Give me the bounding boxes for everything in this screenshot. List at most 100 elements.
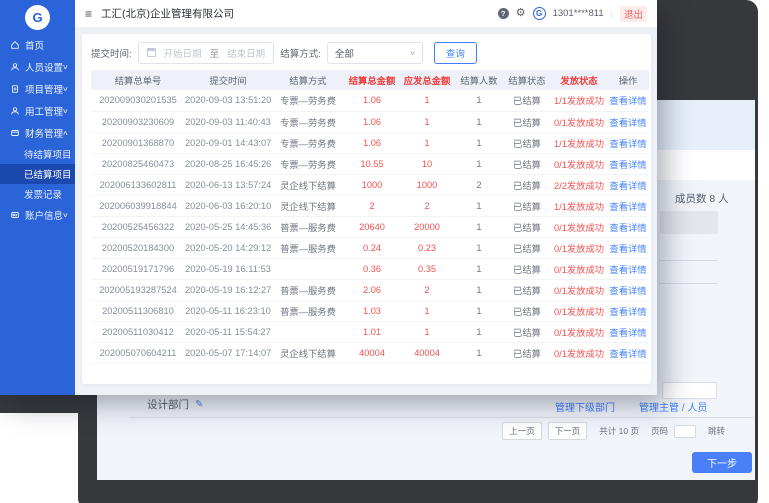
cell-settle-id: 202006039918844	[91, 195, 185, 217]
view-detail-link[interactable]: 查看详情	[607, 216, 649, 238]
view-detail-link[interactable]: 查看详情	[607, 300, 649, 322]
cell-submit-time: 2020-05-11 15:54:27	[185, 321, 271, 343]
sidebar-logo: G	[25, 5, 50, 30]
edit-icon[interactable]: ✎	[195, 399, 203, 410]
col-header-dispatch-status: 发放状态	[551, 70, 607, 90]
view-detail-link[interactable]: 查看详情	[607, 90, 649, 112]
col-header-pay-amount: 应发总金额	[399, 70, 455, 90]
date-range-input[interactable]: 开始日期 至 结束日期	[137, 41, 275, 64]
sidebar-item-8[interactable]: 发票记录	[0, 184, 75, 204]
view-detail-link[interactable]: 查看详情	[607, 321, 649, 343]
cell-people-count: 1	[455, 279, 503, 301]
view-detail-link[interactable]: 查看详情	[607, 132, 649, 154]
cell-people-count: 1	[455, 195, 503, 217]
cell-settle-method: 普票—服务费	[271, 300, 345, 322]
sidebar-item-4[interactable]: 用工管理 ∨	[0, 100, 75, 122]
view-detail-link[interactable]: 查看详情	[607, 174, 649, 196]
search-button[interactable]: 查询	[433, 41, 477, 64]
sidebar-item-2[interactable]: 人员设置 ∨	[0, 56, 75, 78]
cell-people-count: 1	[455, 216, 503, 238]
cell-dispatch-status: 0/1发放成功	[551, 258, 607, 280]
cell-settle-id: 202005193287524	[91, 279, 185, 301]
settled-projects-panel: 提交时间: 开始日期 至 结束日期 结算方式: 全部 ∨ 查询 结算总单号 提交…	[82, 34, 651, 384]
table-row: 20200903230609 2020-09-03 11:40:43 专票—劳务费 1…	[91, 111, 649, 133]
cell-settle-method: 灵企线下结算	[271, 174, 345, 196]
cell-dispatch-status: 0/1发放成功	[551, 216, 607, 238]
brand-logo-icon: G	[532, 7, 546, 20]
divider: |	[610, 8, 613, 19]
sidebar-item-label: 用工管理	[25, 107, 64, 118]
chevron-down-icon: ∨	[62, 212, 69, 219]
cell-pay-amount: 1	[399, 111, 455, 133]
prev-page-button[interactable]: 上一页	[502, 422, 542, 440]
cell-dispatch-status: 0/1发放成功	[551, 111, 607, 133]
cell-pay-amount: 0.35	[399, 258, 455, 280]
cell-settle-id: 202009030201535	[91, 90, 185, 112]
logout-button[interactable]: 退出	[619, 5, 647, 22]
view-detail-link[interactable]: 查看详情	[607, 342, 649, 364]
cell-pay-amount: 1	[399, 90, 455, 112]
cell-pay-amount: 1	[399, 321, 455, 343]
settings-gear-icon[interactable]: ⚙	[516, 8, 526, 19]
sidebar-item-7[interactable]: 已结算项目	[0, 164, 75, 184]
cell-settle-id: 20200525456322	[91, 216, 185, 238]
view-detail-link[interactable]: 查看详情	[607, 279, 649, 301]
cell-people-count: 1	[455, 132, 503, 154]
view-detail-link[interactable]: 查看详情	[607, 111, 649, 133]
manage-sub-dept-link[interactable]: 管理下级部门	[555, 399, 615, 414]
sidebar-item-5[interactable]: 财务管理 ∧	[0, 122, 75, 144]
help-icon[interactable]: ?	[497, 8, 509, 19]
cell-dispatch-status: 0/1发放成功	[551, 342, 607, 364]
view-detail-link[interactable]: 查看详情	[607, 258, 649, 280]
cell-pay-amount: 10	[399, 153, 455, 175]
cell-settle-amount: 40004	[345, 342, 399, 364]
topbar-actions: ? ⚙ G 1301****811 | 退出	[497, 5, 647, 22]
view-detail-link[interactable]: 查看详情	[607, 195, 649, 217]
cell-settle-method: 专票—劳务费	[271, 111, 345, 133]
cell-submit-time: 2020-05-19 16:12:27	[185, 279, 271, 301]
member-count-label: 成员数 8 人	[675, 193, 729, 205]
device-frame-step	[0, 395, 98, 413]
page-jump-button[interactable]: 跳转	[708, 425, 725, 437]
cell-settle-method	[271, 258, 345, 280]
sidebar-item-label: 发票记录	[24, 190, 63, 201]
sidebar-item-label: 待结算项目	[24, 150, 72, 161]
cell-settle-method	[271, 321, 345, 343]
view-detail-link[interactable]: 查看详情	[607, 237, 649, 259]
table-row: 20200511306810 2020-05-11 16:23:10 普票—服务费 1…	[91, 300, 649, 322]
cell-settle-status: 已结算	[503, 321, 551, 343]
page-total-label: 共计 10 页	[599, 426, 639, 436]
logo-letter: G	[32, 10, 43, 25]
cell-pay-amount: 40004	[399, 342, 455, 364]
col-header-settle-method: 结算方式	[271, 70, 345, 90]
next-page-button[interactable]: 下一页	[547, 422, 588, 440]
cell-settle-amount: 1.01	[345, 321, 399, 343]
filter-bar: 提交时间: 开始日期 至 结束日期 结算方式: 全部 ∨ 查询	[91, 41, 642, 64]
cell-settle-amount: 1.06	[345, 111, 399, 133]
next-step-button[interactable]: 下一步	[692, 452, 752, 473]
cell-submit-time: 2020-05-20 14:29:12	[185, 237, 271, 259]
view-detail-link[interactable]: 查看详情	[607, 153, 649, 175]
cell-submit-time: 2020-06-03 16:20:10	[185, 195, 271, 217]
collapse-menu-icon[interactable]: ≡	[85, 7, 92, 21]
cell-people-count: 1	[455, 237, 503, 259]
sidebar-item-6[interactable]: 待结算项目	[0, 144, 75, 164]
cell-settle-status: 已结算	[503, 195, 551, 217]
settle-method-select[interactable]: 全部 ∨	[326, 41, 423, 64]
manage-manager-link[interactable]: 管理主管 / 人员	[639, 399, 707, 414]
screenshot-stage: 成员数 8 人 设计部门 ✎ 管理下级部门 管理主管 / 人员 上一页 下一页 …	[0, 0, 769, 503]
account-icon	[10, 210, 21, 221]
select-value: 全部	[334, 48, 354, 60]
cell-settle-amount: 0.24	[345, 237, 399, 259]
cell-settle-id: 20200511306810	[91, 300, 185, 322]
cell-dispatch-status: 0/1发放成功	[551, 300, 607, 322]
cell-people-count: 1	[455, 111, 503, 133]
topbar: ≡ 工汇(北京)企业管理有限公司 ? ⚙ G 1301****811 | 退出	[75, 0, 657, 28]
sidebar-item-1[interactable]: 首页	[0, 34, 75, 56]
page-number-input[interactable]	[673, 424, 696, 438]
sidebar-item-3[interactable]: 项目管理 ∨	[0, 78, 75, 100]
background-input-field[interactable]	[662, 382, 717, 399]
cell-settle-method: 专票—劳务费	[271, 132, 345, 154]
sidebar-item-9[interactable]: 账户信息 ∨	[0, 204, 75, 226]
sidebar-item-label: 财务管理	[25, 129, 64, 140]
